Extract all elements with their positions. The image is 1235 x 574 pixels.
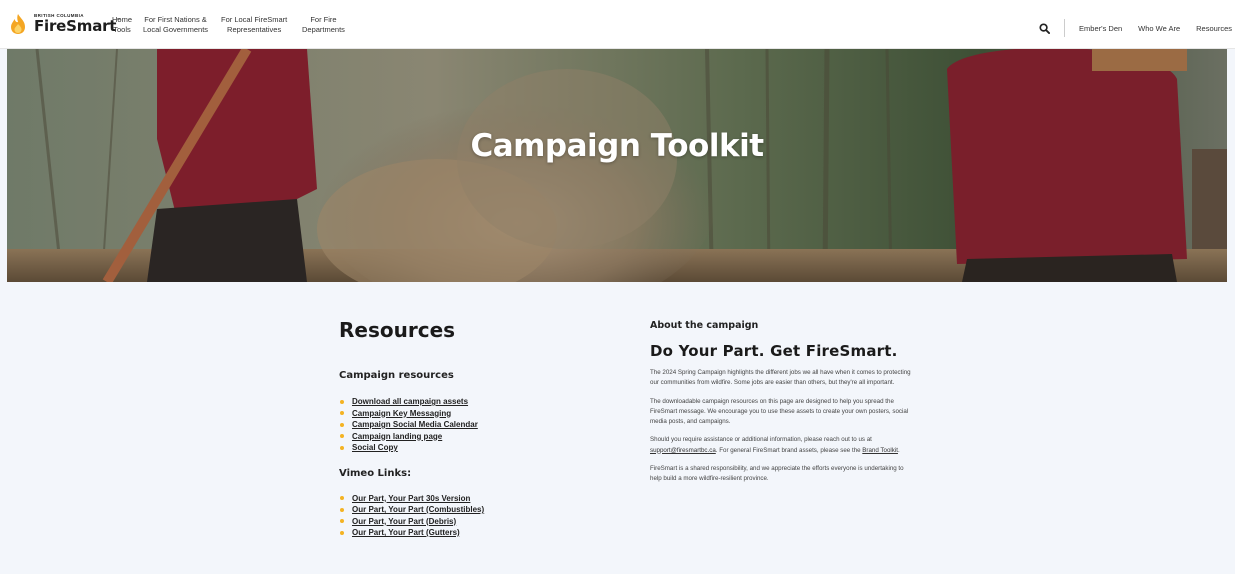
vimeo-30s-link[interactable]: Our Part, Your Part 30s Version <box>352 493 470 505</box>
campaign-tagline: Do Your Part. Get FireSmart. <box>650 342 898 360</box>
nav-resources[interactable]: Resources <box>1196 24 1232 33</box>
nav-divider <box>1064 19 1066 37</box>
social-calendar-link[interactable]: Campaign Social Media Calendar <box>352 419 478 431</box>
about-paragraph-1: The 2024 Spring Campaign highlights the … <box>650 369 911 387</box>
list-item: Campaign Social Media Calendar <box>339 419 599 431</box>
site-header: BRITISH COLUMBIA FireSmart™ Home Tools F… <box>0 0 1235 49</box>
bullet-icon <box>340 530 344 535</box>
nav-first-nations[interactable]: For First Nations & Local Governments <box>143 15 208 35</box>
list-item: Our Part, Your Part (Debris) <box>339 516 599 528</box>
list-item: Campaign Key Messaging <box>339 408 599 420</box>
about-paragraph-3: Should you require assistance or additio… <box>650 436 900 454</box>
campaign-links: Download all campaign assets Campaign Ke… <box>339 396 599 454</box>
bullet-icon <box>340 496 344 501</box>
nav-home-tools[interactable]: Home Tools <box>112 15 132 35</box>
vimeo-heading: Vimeo Links: <box>339 467 412 479</box>
bullet-icon <box>340 422 344 427</box>
vimeo-debris-link[interactable]: Our Part, Your Part (Debris) <box>352 516 456 528</box>
social-copy-link[interactable]: Social Copy <box>352 442 398 454</box>
bullet-icon <box>340 411 344 416</box>
key-messaging-link[interactable]: Campaign Key Messaging <box>352 408 451 420</box>
about-paragraph-4: FireSmart is a shared responsibility, an… <box>650 465 904 483</box>
hero-photo <box>7 49 1227 282</box>
about-heading: About the campaign <box>650 320 759 331</box>
support-email-link[interactable]: support@firesmartbc.ca <box>650 447 716 454</box>
search-icon[interactable] <box>1039 22 1051 34</box>
hero-banner: Campaign Toolkit <box>7 49 1227 282</box>
flame-icon <box>11 14 25 34</box>
resources-section: Resources Campaign resources Download al… <box>339 318 599 539</box>
bullet-icon <box>340 507 344 512</box>
download-assets-link[interactable]: Download all campaign assets <box>352 396 468 408</box>
nav-who-we-are[interactable]: Who We Are <box>1138 24 1180 33</box>
bullet-icon <box>340 519 344 524</box>
utility-nav: Ember's Den Who We Are Resources <box>1039 19 1232 37</box>
firesmart-logo[interactable]: BRITISH COLUMBIA FireSmart™ <box>8 13 121 35</box>
about-section: About the campaign Do Your Part. Get Fir… <box>650 320 915 485</box>
vimeo-combustibles-link[interactable]: Our Part, Your Part (Combustibles) <box>352 504 484 516</box>
vimeo-gutters-link[interactable]: Our Part, Your Part (Gutters) <box>352 527 460 539</box>
page-title: Campaign Toolkit <box>470 128 764 164</box>
bullet-icon <box>340 399 344 404</box>
about-paragraph-2: The downloadable campaign resources on t… <box>650 397 909 426</box>
nav-fire-departments[interactable]: For Fire Departments <box>302 15 345 35</box>
bullet-icon <box>340 434 344 439</box>
nav-local-firesmart-reps[interactable]: For Local FireSmart Representatives <box>221 15 287 35</box>
list-item: Social Copy <box>339 442 599 454</box>
bullet-icon <box>340 445 344 450</box>
vimeo-links: Our Part, Your Part 30s Version Our Part… <box>339 493 599 539</box>
brand-toolkit-link[interactable]: Brand Toolkit <box>862 447 898 454</box>
list-item: Our Part, Your Part (Gutters) <box>339 527 599 539</box>
landing-page-link[interactable]: Campaign landing page <box>352 431 442 443</box>
list-item: Download all campaign assets <box>339 396 599 408</box>
resources-heading: Resources <box>339 318 456 342</box>
campaign-resources-heading: Campaign resources <box>339 370 454 381</box>
list-item: Campaign landing page <box>339 431 599 443</box>
nav-embers-den[interactable]: Ember's Den <box>1079 24 1122 33</box>
list-item: Our Part, Your Part 30s Version <box>339 493 599 505</box>
logo-wordmark: FireSmart™ <box>34 16 122 35</box>
list-item: Our Part, Your Part (Combustibles) <box>339 504 599 516</box>
